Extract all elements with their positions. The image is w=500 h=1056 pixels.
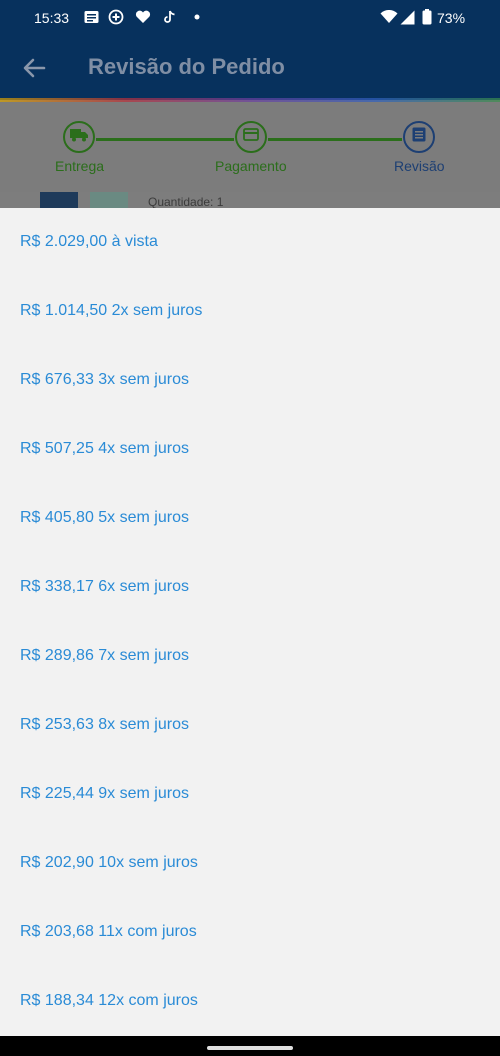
installment-option-11x[interactable]: R$ 203,68 11x com juros — [20, 920, 197, 944]
add-circle-icon — [108, 9, 124, 25]
status-time: 15:33 — [34, 10, 70, 26]
home-gesture-handle[interactable] — [207, 1046, 293, 1050]
installment-option-12x[interactable]: R$ 188,34 12x com juros — [20, 989, 198, 1013]
order-item-peek: Quantidade: 1 — [0, 192, 500, 208]
installments-sheet: R$ 2.029,00 à vista R$ 1.014,50 2x sem j… — [0, 208, 500, 1036]
credit-card-icon — [243, 128, 259, 146]
step-label-revisao: Revisão — [394, 158, 445, 174]
tiktok-icon — [162, 9, 178, 25]
installment-option-3x[interactable]: R$ 676,33 3x sem juros — [20, 368, 189, 392]
step-connector — [268, 138, 402, 141]
installment-option-4x[interactable]: R$ 507,25 4x sem juros — [20, 437, 189, 461]
document-icon — [412, 127, 426, 147]
installment-option-10x[interactable]: R$ 202,90 10x sem juros — [20, 851, 198, 875]
arrow-left-icon[interactable] — [20, 54, 48, 82]
product-thumbnail — [40, 192, 78, 208]
app-bar: Revisão do Pedido — [0, 36, 500, 100]
step-label-pagamento: Pagamento — [215, 158, 287, 174]
installment-option-7x[interactable]: R$ 289,86 7x sem juros — [20, 644, 189, 668]
installment-option-1x[interactable]: R$ 2.029,00 à vista — [20, 230, 158, 254]
step-entrega — [63, 121, 95, 153]
step-connector — [96, 138, 234, 141]
battery-icon — [421, 9, 433, 25]
installment-option-5x[interactable]: R$ 405,80 5x sem juros — [20, 506, 189, 530]
product-thumbnail — [90, 192, 128, 208]
wifi-icon — [380, 9, 398, 25]
dot-icon — [189, 9, 205, 25]
installment-option-8x[interactable]: R$ 253,63 8x sem juros — [20, 713, 189, 737]
page-title: Revisão do Pedido — [88, 54, 285, 79]
step-label-entrega: Entrega — [55, 158, 105, 174]
signal-icon — [399, 9, 415, 25]
news-icon — [83, 9, 99, 25]
battery-percent: 73% — [437, 10, 466, 26]
truck-icon — [70, 128, 88, 147]
installment-option-2x[interactable]: R$ 1.014,50 2x sem juros — [20, 299, 202, 323]
installment-option-6x[interactable]: R$ 338,17 6x sem juros — [20, 575, 189, 599]
heart-icon — [135, 9, 151, 25]
status-bar: 15:33 73% — [0, 0, 500, 36]
step-revisao — [403, 121, 435, 153]
quantity-text: Quantidade: 1 — [148, 195, 224, 208]
step-pagamento — [235, 121, 267, 153]
installment-option-9x[interactable]: R$ 225,44 9x sem juros — [20, 782, 189, 806]
